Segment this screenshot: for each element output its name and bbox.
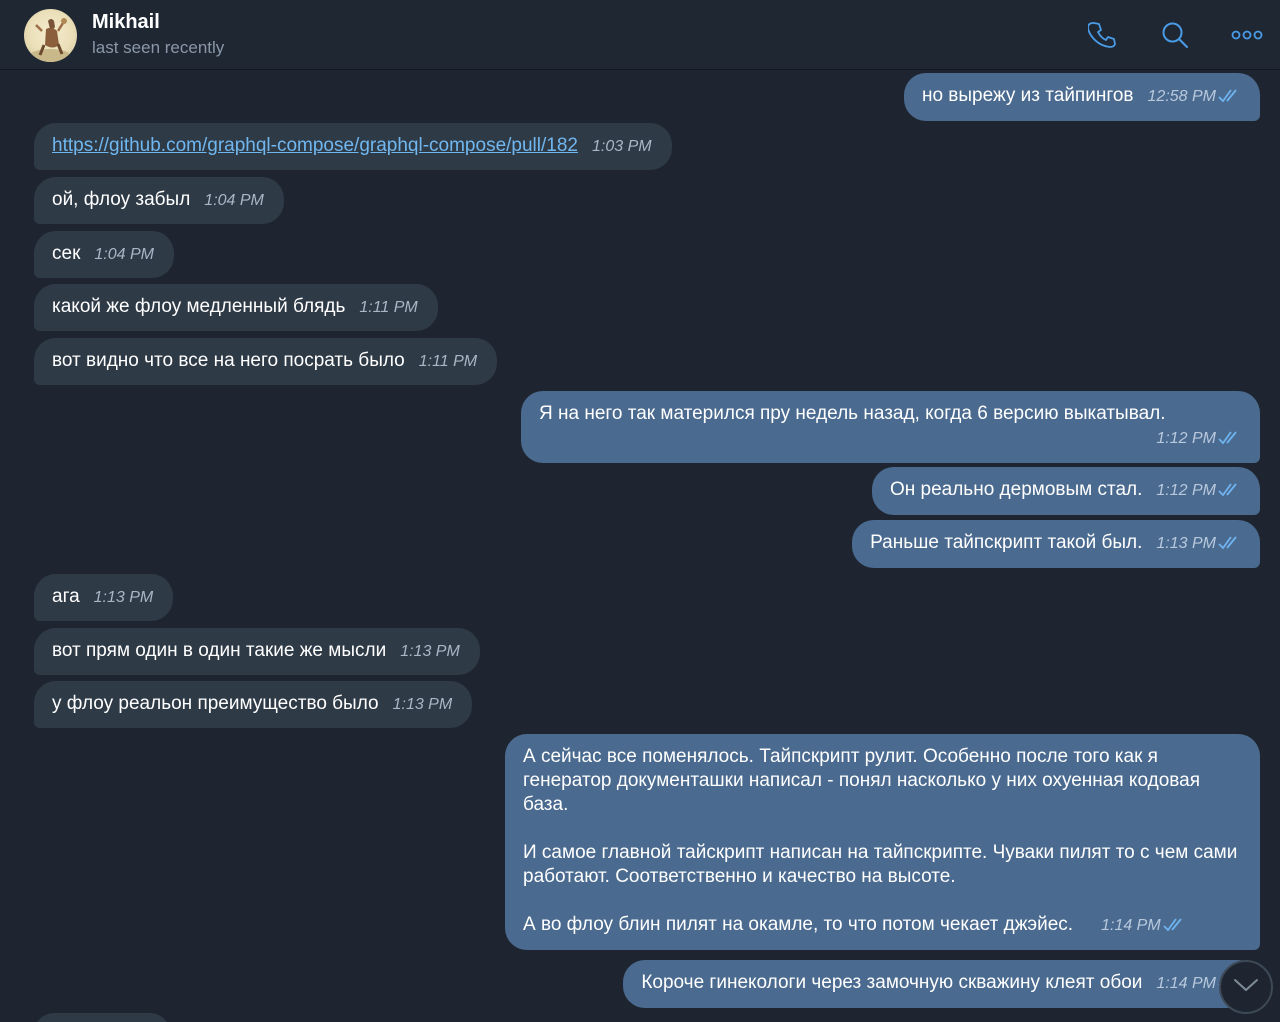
- message-incoming-partial[interactable]: [34, 1013, 170, 1022]
- scroll-to-bottom-button[interactable]: [1219, 960, 1273, 1014]
- message-text: ага: [52, 586, 80, 607]
- message-link[interactable]: https://github.com/graphql-compose/graph…: [52, 135, 578, 156]
- chat-header: Mikhail last seen recently: [0, 0, 1280, 70]
- message-meta: 1:12 PM: [539, 426, 1240, 452]
- message-outgoing[interactable]: А сейчас все поменялось. Тайпскрипт рули…: [505, 734, 1260, 950]
- contact-status: last seen recently: [92, 38, 225, 57]
- chat-window: Mikhail last seen recently но вырежу из …: [0, 0, 1280, 1022]
- double-check-icon: [1163, 915, 1185, 939]
- message-time: 1:04 PM: [204, 192, 264, 209]
- double-check-icon: [1218, 86, 1240, 110]
- message-time: 1:12 PM: [1156, 482, 1216, 499]
- message-text: вот видно что все на него посрать было: [52, 350, 405, 371]
- message-text: у флоу реальон преимущество было: [52, 693, 379, 714]
- message-incoming[interactable]: вот прям один в один такие же мысли 1:13 …: [34, 628, 480, 675]
- message-time: 1:11 PM: [418, 353, 478, 370]
- double-check-icon: [1218, 533, 1240, 557]
- message-paragraph: А сейчас все поменялось. Тайпскрипт рули…: [523, 746, 1200, 815]
- message-text: ой, флоу забыл: [52, 189, 191, 210]
- message-paragraph: А во флоу блин пилят на окамле, то что п…: [523, 913, 1240, 939]
- message-time: 1:12 PM: [1156, 430, 1216, 447]
- search-button[interactable]: [1157, 17, 1193, 53]
- message-text: Он реально дермовым стал.: [889, 479, 1143, 500]
- message-time: 1:13 PM: [400, 643, 460, 660]
- message-text: какой же флоу медленный блядь: [52, 296, 346, 317]
- message-text: вот прям один в один такие же мысли: [52, 640, 387, 661]
- message-incoming[interactable]: https://github.com/graphql-compose/graph…: [34, 123, 672, 170]
- message-time: 1:03 PM: [591, 138, 652, 155]
- chevron-down-icon: [1233, 977, 1259, 998]
- message-time: 1:04 PM: [94, 246, 154, 263]
- message-text: Короче гинекологи через замочную скважин…: [641, 972, 1143, 993]
- message-text: Я на него так матерился пру недель назад…: [539, 403, 1166, 424]
- avatar[interactable]: [24, 9, 77, 62]
- message-time: 1:13 PM: [392, 696, 453, 713]
- message-list[interactable]: но вырежу из тайпингов 12:58 PM https://g…: [0, 71, 1280, 1022]
- message-time: 1:13 PM: [1156, 535, 1216, 552]
- message-time: 1:13 PM: [93, 589, 154, 606]
- search-icon: [1160, 20, 1190, 50]
- double-check-icon: [1218, 428, 1240, 452]
- message-incoming[interactable]: ага 1:13 PM: [34, 574, 174, 621]
- message-text: Раньше тайпскрипт такой был.: [870, 532, 1143, 553]
- more-icon: [1231, 29, 1263, 41]
- message-incoming[interactable]: вот видно что все на него посрать было 1:…: [34, 338, 498, 385]
- message-outgoing[interactable]: Он реально дермовым стал. 1:12 PM: [871, 467, 1260, 515]
- message-text: но вырежу из тайпингов: [921, 85, 1134, 106]
- message-time: 1:14 PM: [1156, 975, 1216, 992]
- message-time: 1:14 PM: [1101, 917, 1161, 934]
- message-outgoing[interactable]: но вырежу из тайпингов 12:58 PM: [903, 73, 1260, 121]
- more-button[interactable]: [1229, 17, 1265, 53]
- message-paragraph-text: А во флоу блин пилят на окамле, то что п…: [523, 914, 1074, 935]
- message-incoming[interactable]: ой, флоу забыл 1:04 PM: [34, 177, 284, 224]
- phone-icon: [1088, 20, 1118, 50]
- message-time: 1:11 PM: [359, 299, 418, 316]
- call-button[interactable]: [1085, 17, 1121, 53]
- message-outgoing[interactable]: Короче гинекологи через замочную скважин…: [623, 960, 1260, 1008]
- message-paragraph: И самое главной тайскрипт написан на тай…: [523, 842, 1238, 887]
- message-time: 12:58 PM: [1147, 88, 1216, 105]
- message-outgoing[interactable]: Раньше тайпскрипт такой был. 1:13 PM: [852, 520, 1260, 568]
- message-incoming[interactable]: какой же флоу медленный блядь 1:11 PM: [34, 284, 438, 331]
- message-text: А сейчас все поменялось. Тайпскрипт рули…: [523, 745, 1240, 939]
- message-outgoing[interactable]: Я на него так матерился пру недель назад…: [521, 391, 1260, 463]
- message-incoming[interactable]: сек 1:04 PM: [34, 231, 174, 278]
- message-text: сек: [52, 243, 81, 264]
- message-incoming[interactable]: у флоу реальон преимущество было 1:13 PM: [34, 681, 473, 728]
- contact-name[interactable]: Mikhail: [92, 11, 160, 34]
- double-check-icon: [1218, 480, 1240, 504]
